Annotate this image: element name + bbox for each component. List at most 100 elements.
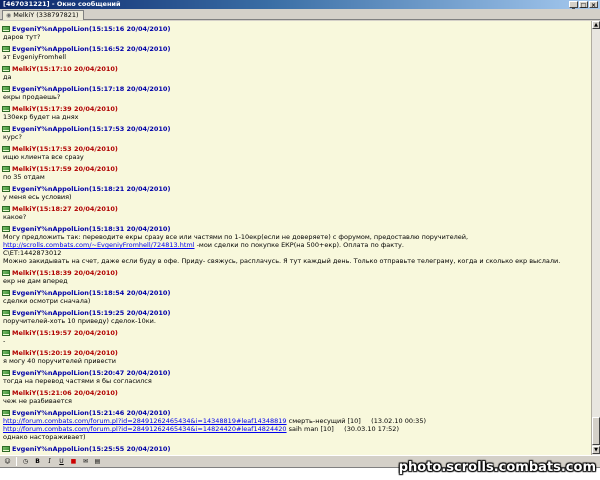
message-envelope-icon bbox=[2, 206, 10, 212]
message-link[interactable]: http://forum.combats.com/forum.pl?id=284… bbox=[3, 417, 287, 425]
message-envelope-icon bbox=[2, 166, 10, 172]
message: EvgeniY%nAppolLion (15:18:31 20/04/2010)… bbox=[2, 225, 591, 265]
message-timestamp: 15:21:46 20/04/2010 bbox=[91, 409, 168, 417]
message: EvgeniY%nAppolLion (15:16:52 20/04/2010)… bbox=[2, 45, 591, 61]
message-author: EvgeniY%nAppolLion bbox=[12, 409, 89, 417]
message-author: EvgeniY%nAppolLion bbox=[12, 369, 89, 377]
vertical-scrollbar[interactable]: ▲ ▼ bbox=[591, 21, 600, 455]
message-envelope-icon bbox=[2, 26, 10, 32]
message: MelkiY (15:17:59 20/04/2010) по 35 отдам bbox=[2, 165, 591, 181]
message-author: MelkiY bbox=[12, 165, 37, 173]
message-timestamp: 15:18:31 20/04/2010 bbox=[91, 225, 168, 233]
message-link[interactable]: http://forum.combats.com/forum.pl?id=284… bbox=[3, 425, 287, 433]
message-text: даров тут? bbox=[3, 33, 41, 41]
send-file-icon[interactable]: ▤ bbox=[93, 457, 102, 466]
message-timestamp: 15:20:19 20/04/2010 bbox=[39, 349, 115, 357]
message-author: EvgeniY%nAppolLion bbox=[12, 25, 89, 33]
history-icon[interactable]: ◷ bbox=[21, 457, 30, 466]
maximize-button[interactable]: □ bbox=[579, 1, 588, 9]
message-header: EvgeniY%nAppolLion (15:25:55 20/04/2010) bbox=[2, 445, 591, 453]
message-timestamp: 15:17:18 20/04/2010 bbox=[91, 85, 168, 93]
message-timestamp: 15:18:21 20/04/2010 bbox=[91, 185, 168, 193]
minimize-button[interactable]: _ bbox=[569, 1, 578, 9]
scroll-down-arrow-icon[interactable]: ▼ bbox=[592, 446, 600, 454]
message: EvgeniY%nAppolLion (15:15:16 20/04/2010)… bbox=[2, 25, 591, 41]
message-text: тогда на перевод частями я бы согласился bbox=[3, 377, 152, 385]
message-timestamp: 15:17:59 20/04/2010 bbox=[39, 165, 115, 173]
message-envelope-icon bbox=[2, 186, 10, 192]
message: MelkiY (15:18:27 20/04/2010) какое? bbox=[2, 205, 591, 221]
underline-icon[interactable]: U bbox=[57, 457, 66, 466]
message-header: EvgeniY%nAppolLion (15:20:47 20/04/2010) bbox=[2, 369, 591, 377]
message-timestamp: 15:18:27 20/04/2010 bbox=[39, 205, 115, 213]
message: MelkiY (15:20:19 20/04/2010) я могу 40 по… bbox=[2, 349, 591, 365]
message-link-line: http://forum.combats.com/forum.pl?id=284… bbox=[2, 417, 591, 425]
message: MelkiY (15:17:53 20/04/2010) ищю клиента … bbox=[2, 145, 591, 161]
message-header: EvgeniY%nAppolLion (15:21:46 20/04/2010) bbox=[2, 409, 591, 417]
message-text: 130екр будет на днях bbox=[3, 113, 79, 121]
tab-strip: ◉ MelkiY (338797821) bbox=[0, 9, 600, 20]
message-timestamp: 15:19:57 20/04/2010 bbox=[39, 329, 115, 337]
message-header: EvgeniY%nAppolLion (15:16:52 20/04/2010) bbox=[2, 45, 591, 53]
message-header: EvgeniY%nAppolLion (15:18:54 20/04/2010) bbox=[2, 289, 591, 297]
message-header: EvgeniY%nAppolLion (15:15:16 20/04/2010) bbox=[2, 25, 591, 33]
message-link-suffix: saih man [10] (30.03.10 17:52) bbox=[286, 425, 399, 433]
message-author: EvgeniY%nAppolLion bbox=[12, 225, 89, 233]
message-history[interactable]: EvgeniY%nAppolLion (15:15:16 20/04/2010)… bbox=[0, 21, 591, 455]
bold-icon[interactable]: B bbox=[33, 457, 42, 466]
message-text-part: Могу предложить так: переводите екры сра… bbox=[3, 233, 471, 241]
scroll-thumb[interactable] bbox=[592, 417, 600, 445]
message-timestamp: 15:16:52 20/04/2010 bbox=[91, 45, 168, 53]
message-text: курс? bbox=[3, 133, 22, 141]
message-author: MelkiY bbox=[12, 389, 37, 397]
color-icon[interactable]: ■ bbox=[69, 457, 78, 466]
message-header: MelkiY (15:17:53 20/04/2010) bbox=[2, 145, 591, 153]
message-envelope-icon bbox=[2, 146, 10, 152]
message-envelope-icon bbox=[2, 46, 10, 52]
message-text: да bbox=[3, 73, 12, 81]
message-timestamp: 15:21:06 20/04/2010 bbox=[39, 389, 115, 397]
message-envelope-icon bbox=[2, 106, 10, 112]
close-button[interactable]: × bbox=[589, 1, 598, 9]
message-text: у меня есь условия) bbox=[3, 193, 72, 201]
message-text: екр не дам вперед bbox=[3, 277, 68, 285]
message-link-line: http://forum.combats.com/forum.pl?id=284… bbox=[2, 425, 591, 433]
window-title: [467031221] - Окно сообщений bbox=[3, 0, 121, 8]
message: EvgeniY%nAppolLion (15:21:46 20/04/2010)… bbox=[2, 409, 591, 441]
message-timestamp: 15:17:10 20/04/2010 bbox=[39, 65, 115, 73]
message-author: EvgeniY%nAppolLion bbox=[12, 85, 89, 93]
message-author: EvgeniY%nAppolLion bbox=[12, 45, 89, 53]
message-header: MelkiY (15:17:10 20/04/2010) bbox=[2, 65, 591, 73]
message: MelkiY (15:18:39 20/04/2010) екр не дам в… bbox=[2, 269, 591, 285]
message-envelope-icon bbox=[2, 370, 10, 376]
message-text: - bbox=[3, 337, 6, 345]
italic-icon[interactable]: I bbox=[45, 457, 54, 466]
message-link-suffix: смерть-несущий [10] (13.02.10 00:35) bbox=[286, 417, 426, 425]
message-timestamp: 15:18:39 20/04/2010 bbox=[39, 269, 115, 277]
message-text: сделки осмотри сначала) bbox=[3, 297, 91, 305]
scroll-up-arrow-icon[interactable]: ▲ bbox=[592, 21, 600, 29]
message-author: MelkiY bbox=[12, 269, 37, 277]
attach-icon[interactable]: ✉ bbox=[81, 457, 90, 466]
tab-contact[interactable]: ◉ MelkiY (338797821) bbox=[2, 10, 84, 20]
message-text: чеж не разбивается bbox=[3, 397, 72, 405]
message-envelope-icon bbox=[2, 330, 10, 336]
message: MelkiY (15:17:39 20/04/2010) 130екр будет… bbox=[2, 105, 591, 121]
tab-label: MelkiY (338797821) bbox=[13, 11, 79, 19]
message-header: EvgeniY%nAppolLion (15:18:21 20/04/2010) bbox=[2, 185, 591, 193]
message-text: однако настораживает) bbox=[3, 433, 86, 441]
message-text: поручителей-хоть 10 приведу) сделок-10ки… bbox=[3, 317, 156, 325]
message: MelkiY (15:19:57 20/04/2010) - bbox=[2, 329, 591, 345]
message-author: MelkiY bbox=[12, 65, 37, 73]
message: EvgeniY%nAppolLion (15:18:54 20/04/2010)… bbox=[2, 289, 591, 305]
message-timestamp: 15:17:39 20/04/2010 bbox=[39, 105, 115, 113]
message-link[interactable]: http://scrolls.combats.com/~EvgeniyFromh… bbox=[3, 241, 195, 249]
message: EvgeniY%nAppolLion (15:17:18 20/04/2010)… bbox=[2, 85, 591, 101]
message-timestamp: 15:17:53 20/04/2010 bbox=[91, 125, 168, 133]
title-bar: [467031221] - Окно сообщений _ □ × bbox=[0, 0, 600, 9]
smile-icon[interactable]: ☺ bbox=[3, 457, 12, 466]
message-author: MelkiY bbox=[12, 329, 37, 337]
message: MelkiY (15:21:06 20/04/2010) чеж не разби… bbox=[2, 389, 591, 405]
watermark: photo.scrolls.combats.com bbox=[398, 460, 596, 475]
message-timestamp: 15:19:25 20/04/2010 bbox=[91, 309, 168, 317]
